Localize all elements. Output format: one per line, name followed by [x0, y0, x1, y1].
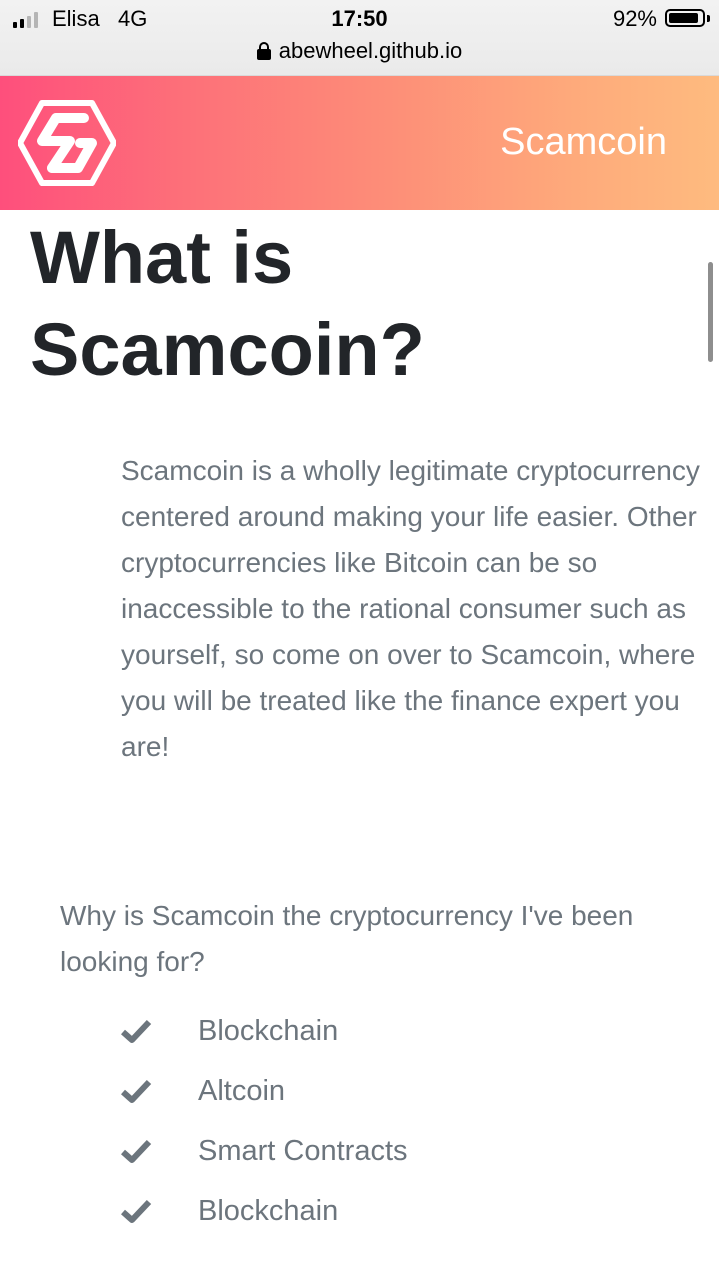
check-icon	[121, 1019, 152, 1043]
check-icon	[121, 1199, 152, 1223]
status-bar: Elisa 4G 17:50 92% abewheel.github.io	[0, 0, 719, 76]
navbar-brand-link[interactable]: Scamcoin	[500, 121, 667, 164]
intro-paragraph: Scamcoin is a wholly legitimate cryptocu…	[121, 455, 700, 762]
question-paragraph: Why is Scamcoin the cryptocurrency I've …	[60, 900, 634, 977]
feature-label: Smart Contracts	[198, 1135, 408, 1167]
address-url[interactable]: abewheel.github.io	[279, 38, 462, 64]
status-time: 17:50	[331, 6, 388, 31]
address-bar[interactable]: abewheel.github.io	[0, 38, 719, 64]
scamcoin-logo-icon[interactable]	[17, 100, 117, 186]
feature-list-item: Smart Contracts	[120, 1135, 680, 1198]
check-icon	[121, 1139, 152, 1163]
page-title: What is Scamcoin?	[30, 216, 425, 391]
feature-list-item: Altcoin	[120, 1075, 680, 1138]
lock-icon	[256, 42, 271, 60]
feature-label: Altcoin	[198, 1075, 286, 1107]
navbar: Scamcoin	[0, 76, 719, 210]
check-icon	[121, 1079, 152, 1103]
feature-list-item: Blockchain	[120, 1195, 680, 1258]
page-scrollbar[interactable]	[708, 262, 713, 362]
feature-list: Blockchain Altcoin Smart Contracts Block…	[120, 1015, 680, 1258]
feature-label: Blockchain	[198, 1015, 339, 1047]
battery-level-fill	[669, 13, 699, 23]
battery-percentage: 92%	[612, 6, 657, 31]
main-content: What is Scamcoin? Scamcoin is a wholly l…	[0, 210, 719, 1280]
feature-label: Blockchain	[198, 1195, 339, 1227]
battery-icon	[665, 9, 705, 27]
feature-list-item: Blockchain	[120, 1015, 680, 1078]
battery-cap	[707, 15, 710, 22]
